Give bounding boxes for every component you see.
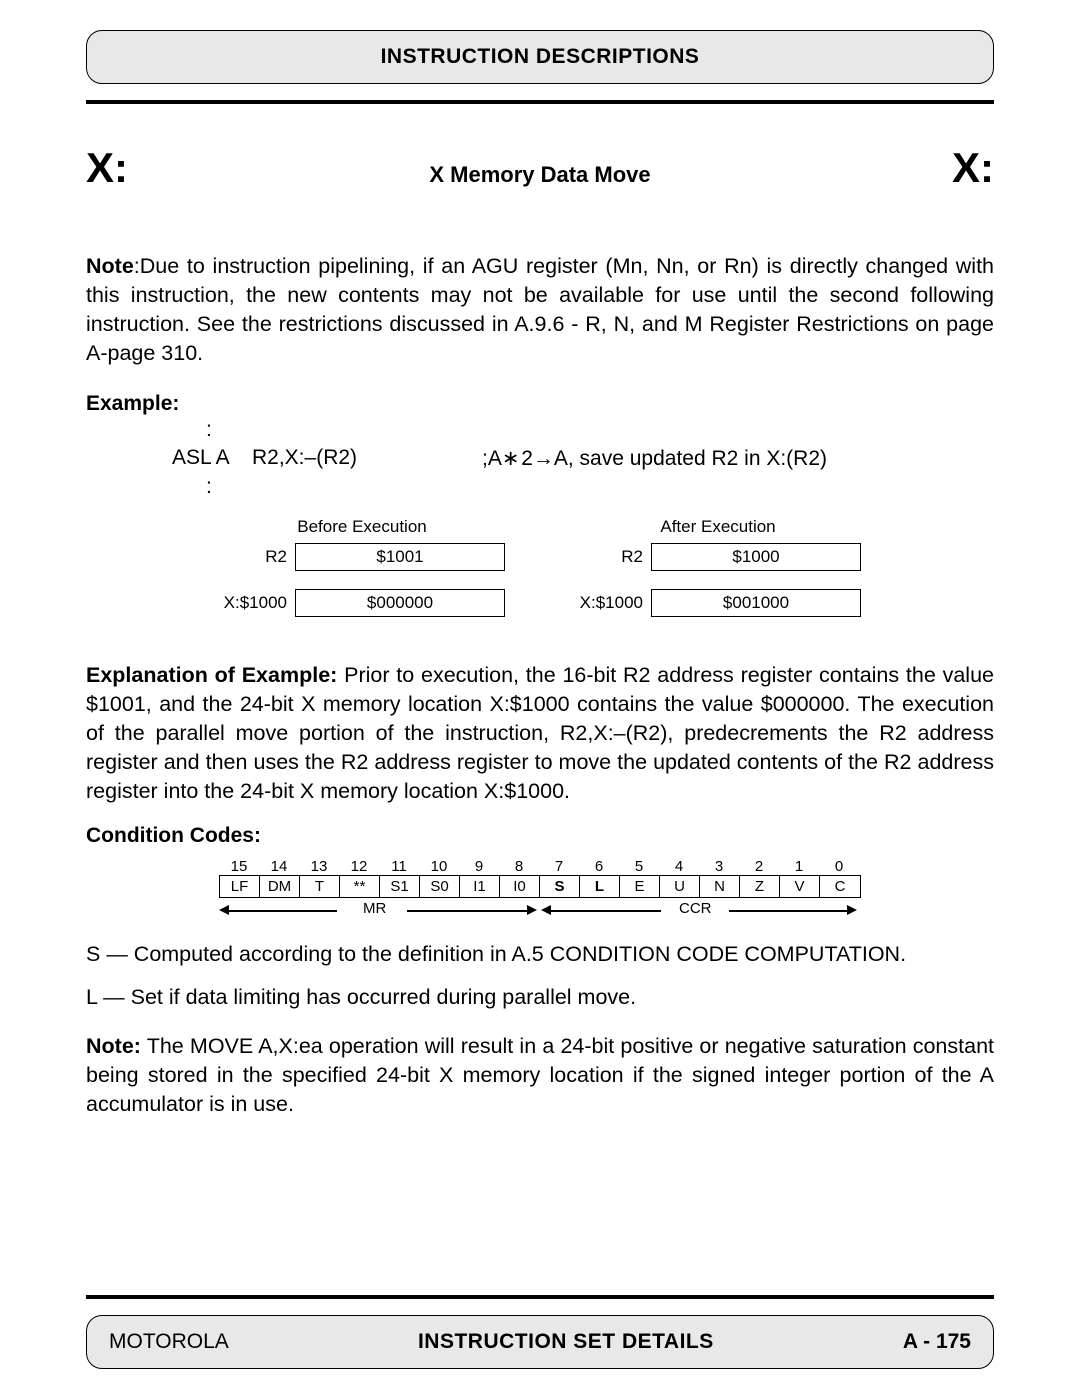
asm-mnemonic: ASL A xyxy=(172,446,252,471)
cc-bit-number: 11 xyxy=(379,858,419,875)
note-text: :Due to instruction pipelining, if an AG… xyxy=(86,254,994,365)
cc-bit-number: 9 xyxy=(459,858,499,875)
cc-bit-number: 4 xyxy=(659,858,699,875)
reg-label: R2 xyxy=(219,547,295,567)
cc-bit-number: 7 xyxy=(539,858,579,875)
arrow-head-icon xyxy=(847,905,857,915)
cc-bit-number: 13 xyxy=(299,858,339,875)
cc-line-l: L — Set if data limiting has occurred du… xyxy=(86,983,994,1012)
table-row: X:$1000 $000000 xyxy=(219,589,505,617)
cc-bit-number: 14 xyxy=(259,858,299,875)
mnemonic-left: X: xyxy=(86,144,128,192)
cc-bit-number: 6 xyxy=(579,858,619,875)
footer-box: MOTOROLA INSTRUCTION SET DETAILS A - 175 xyxy=(86,1315,994,1369)
cc-bit-name: S1 xyxy=(380,876,420,897)
cc-bit-number: 8 xyxy=(499,858,539,875)
note2-paragraph: Note: The MOVE A,X:ea operation will res… xyxy=(86,1032,994,1119)
arrow-line xyxy=(407,910,527,912)
table-row: R2 $1001 xyxy=(219,543,505,571)
footer-center: INSTRUCTION SET DETAILS xyxy=(418,1330,714,1354)
cc-arrows: MR CCR xyxy=(219,902,861,926)
divider-bottom xyxy=(86,1295,994,1299)
condition-codes-heading: Condition Codes: xyxy=(86,824,994,848)
execution-tables: Before Execution R2 $1001 X:$1000 $00000… xyxy=(86,517,994,635)
after-execution-col: After Execution R2 $1000 X:$1000 $001000 xyxy=(575,517,861,635)
cc-line-s: S — Computed according to the definition… xyxy=(86,940,994,969)
cc-bit-name: I1 xyxy=(460,876,500,897)
cc-bit-name: I0 xyxy=(500,876,540,897)
cc-bit-number: 5 xyxy=(619,858,659,875)
example-colon-2: : xyxy=(206,475,994,499)
cc-bit-name: L xyxy=(580,876,620,897)
header-title: INSTRUCTION DESCRIPTIONS xyxy=(381,45,700,68)
footer-right: A - 175 xyxy=(903,1330,971,1354)
cc-bit-number: 3 xyxy=(699,858,739,875)
cc-bit-name: T xyxy=(300,876,340,897)
note2-text: The MOVE A,X:ea operation will result in… xyxy=(86,1034,994,1116)
cc-bit-name: U xyxy=(660,876,700,897)
reg-value: $1001 xyxy=(295,543,505,571)
asm-operands: R2,X:–(R2) xyxy=(252,446,482,471)
footer-area: MOTOROLA INSTRUCTION SET DETAILS A - 175 xyxy=(86,1295,994,1369)
ccr-label: CCR xyxy=(679,900,712,917)
footer-left: MOTOROLA xyxy=(109,1330,229,1354)
note2-label: Note: xyxy=(86,1034,141,1058)
arrow-line xyxy=(551,910,661,912)
example-colon-1: : xyxy=(206,418,994,442)
note-paragraph: Note:Due to instruction pipelining, if a… xyxy=(86,252,994,368)
table-row: R2 $1000 xyxy=(575,543,861,571)
cc-bit-name: Z xyxy=(740,876,780,897)
cc-bit-name: DM xyxy=(260,876,300,897)
cc-bit-name: E xyxy=(620,876,660,897)
table-row: X:$1000 $001000 xyxy=(575,589,861,617)
cc-bit-name: LF xyxy=(220,876,260,897)
mem-value: $001000 xyxy=(651,589,861,617)
reg-value: $1000 xyxy=(651,543,861,571)
note-label: Note xyxy=(86,254,134,278)
cc-bit-number: 0 xyxy=(819,858,859,875)
title-row: X: X Memory Data Move X: xyxy=(86,144,994,192)
cc-bit-numbers: 1514131211109876543210 xyxy=(219,858,861,875)
mr-label: MR xyxy=(363,900,386,917)
cc-bit-name: N xyxy=(700,876,740,897)
mnemonic-right: X: xyxy=(952,144,994,192)
cc-table: 1514131211109876543210 LFDMT**S1S0I1I0SL… xyxy=(219,858,861,926)
arrow-line xyxy=(227,910,337,912)
cc-bit-name: S xyxy=(540,876,580,897)
divider-top xyxy=(86,100,994,104)
cc-table-wrap: 1514131211109876543210 LFDMT**S1S0I1I0SL… xyxy=(86,858,994,926)
page: INSTRUCTION DESCRIPTIONS X: X Memory Dat… xyxy=(0,0,1080,1397)
cc-bit-name: S0 xyxy=(420,876,460,897)
cc-bit-number: 2 xyxy=(739,858,779,875)
arrow-line xyxy=(729,910,847,912)
explanation-paragraph: Explanation of Example: Prior to executi… xyxy=(86,661,994,806)
before-title: Before Execution xyxy=(219,517,505,537)
mem-label: X:$1000 xyxy=(219,593,295,613)
arrow-head-icon xyxy=(541,905,551,915)
mem-label: X:$1000 xyxy=(575,593,651,613)
cc-bit-number: 10 xyxy=(419,858,459,875)
cc-bit-number: 1 xyxy=(779,858,819,875)
cc-bit-name: V xyxy=(780,876,820,897)
example-heading: Example: xyxy=(86,392,994,416)
mem-value: $000000 xyxy=(295,589,505,617)
explanation-label: Explanation of Example: xyxy=(86,663,337,687)
asm-line: ASL A R2,X:–(R2) ;A∗ 2→A, save updated R… xyxy=(86,446,994,471)
instruction-name: X Memory Data Move xyxy=(429,162,650,188)
cc-bit-names: LFDMT**S1S0I1I0SLEUNZVC xyxy=(219,875,861,898)
cc-bit-number: 12 xyxy=(339,858,379,875)
arrow-head-icon xyxy=(527,905,537,915)
cc-bit-name: ** xyxy=(340,876,380,897)
after-title: After Execution xyxy=(575,517,861,537)
before-execution-col: Before Execution R2 $1001 X:$1000 $00000… xyxy=(219,517,505,635)
reg-label: R2 xyxy=(575,547,651,567)
asm-comment: ;A∗ 2→A, save updated R2 in X:(R2) xyxy=(482,446,994,471)
header-box: INSTRUCTION DESCRIPTIONS xyxy=(86,30,994,84)
cc-bit-name: C xyxy=(820,876,860,897)
cc-bit-number: 15 xyxy=(219,858,259,875)
